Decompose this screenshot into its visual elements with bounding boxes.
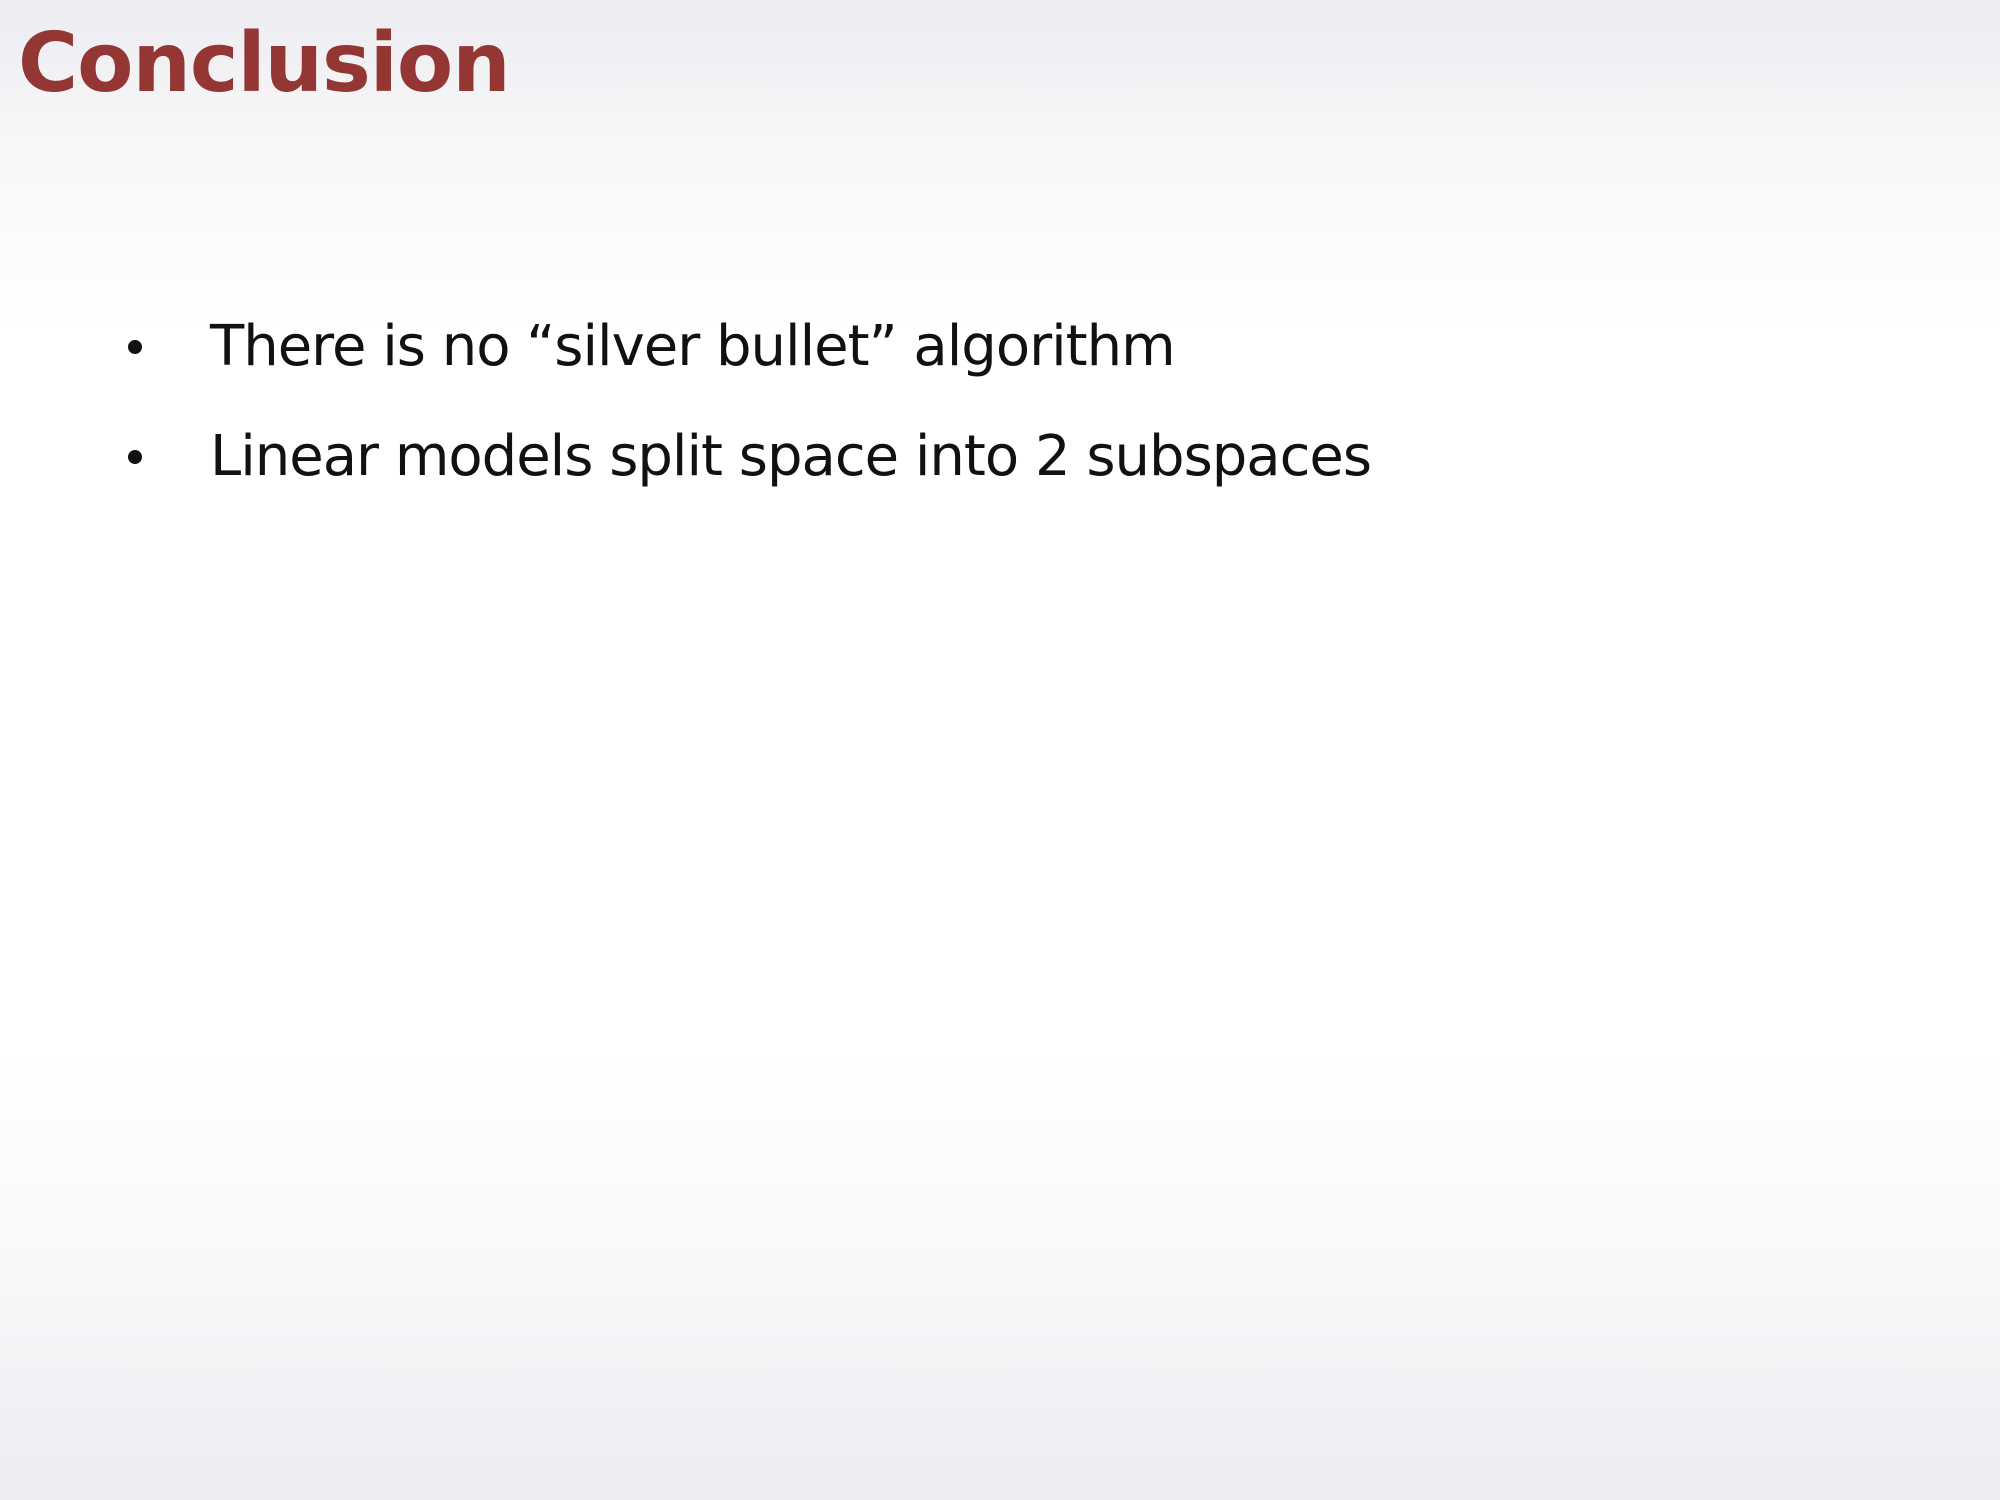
bullet-icon [128,450,142,464]
bullet-text: There is no “silver bullet” algorithm [210,314,1176,379]
bullet-icon [128,340,142,354]
slide: Conclusion There is no “silver bullet” a… [0,0,2000,1500]
bullet-text: Linear models split space into 2 subspac… [210,424,1372,489]
slide-title: Conclusion [18,16,511,111]
